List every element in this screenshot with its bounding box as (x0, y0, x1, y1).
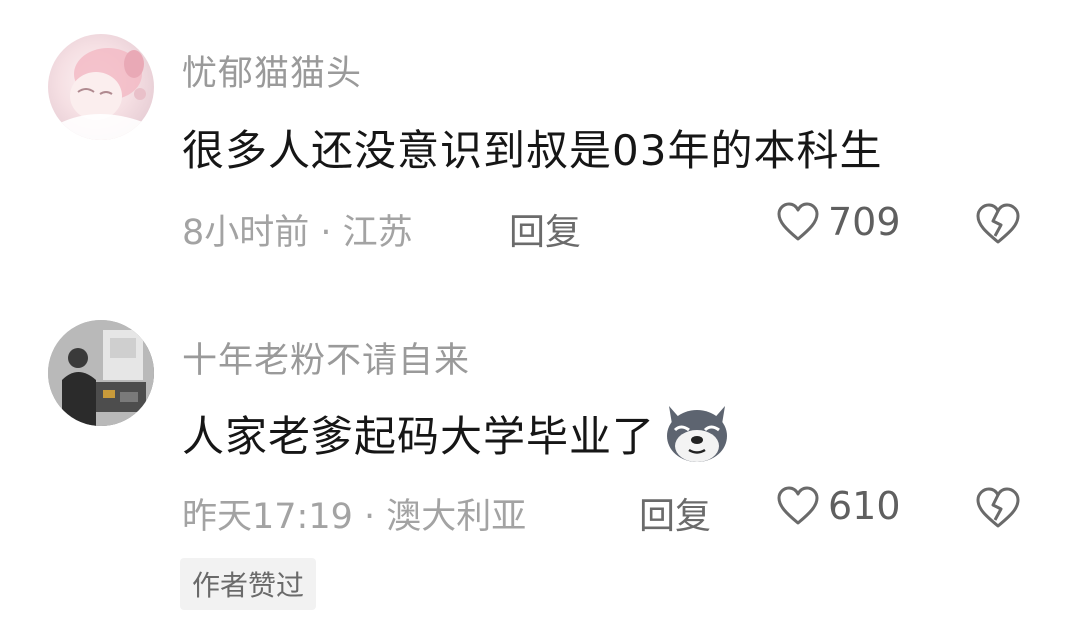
like-button[interactable]: 709 (776, 200, 901, 244)
comment-text-body: 人家老爹起码大学毕业了 (182, 411, 656, 461)
comment-item: 忧郁猫猫头 很多人还没意识到叔是03年的本科生 8小时前 · 江苏 回复 709 (0, 0, 1080, 290)
broken-heart-icon (976, 487, 1020, 528)
comment-text: 很多人还没意识到叔是03年的本科生 (182, 117, 882, 178)
anime-girl-avatar-icon (58, 48, 148, 140)
comment-meta: 8小时前 · 江苏 (182, 213, 413, 253)
avatar[interactable] (48, 320, 154, 426)
username[interactable]: 忧郁猫猫头 (182, 45, 362, 96)
comment-text-body: 很多人还没意识到叔是03年的本科生 (182, 126, 883, 175)
comment-text: 人家老爹起码大学毕业了 (182, 400, 733, 466)
author-liked-badge: 作者赞过 (180, 558, 317, 610)
comment-meta: 昨天17:19 · 澳大利亚 (182, 497, 527, 537)
username[interactable]: 十年老粉不请自来 (182, 332, 470, 383)
doge-wolf-emoji-icon (667, 406, 728, 462)
like-count: 709 (828, 200, 901, 244)
reply-button[interactable]: 回复 (509, 203, 581, 255)
heart-outline-icon (777, 202, 819, 241)
comment-item: 十年老粉不请自来 人家老爹起码大学毕业了 昨天17:19 · 澳大利亚 回复 6… (0, 290, 1080, 628)
dislike-button[interactable] (975, 202, 1021, 246)
heart-outline-icon (777, 486, 819, 525)
photo-avatar-icon (48, 320, 154, 426)
broken-heart-icon (976, 203, 1020, 244)
avatar[interactable] (48, 34, 154, 140)
like-count: 610 (828, 484, 901, 528)
like-button[interactable]: 610 (776, 484, 901, 528)
reply-button[interactable]: 回复 (639, 487, 711, 539)
dislike-button[interactable] (975, 486, 1021, 530)
